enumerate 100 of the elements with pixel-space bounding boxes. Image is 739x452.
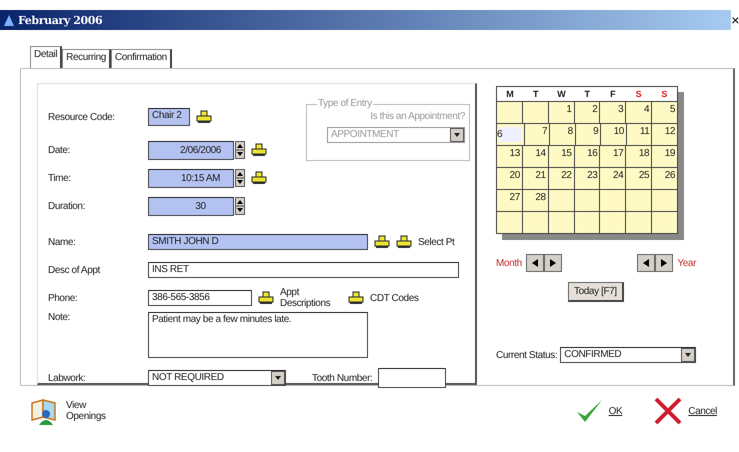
weekday-label: T: [532, 88, 540, 101]
stamp-icon[interactable]: [258, 291, 274, 305]
field-label: Duration:: [48, 200, 86, 212]
today-button[interactable]: Today [F7]: [568, 282, 624, 302]
calendar-day[interactable]: 23: [574, 167, 600, 189]
stamp-icon[interactable]: [196, 110, 212, 124]
calendar-day[interactable]: 1: [548, 101, 574, 123]
calendar-day[interactable]: 14: [522, 145, 548, 167]
calendar-cell[interactable]: [548, 211, 574, 233]
lookup-label: Select Pt: [418, 236, 454, 248]
field-label: Date:: [48, 144, 71, 156]
weekday-label: T: [583, 88, 591, 101]
check-icon: [574, 398, 603, 424]
calendar-day[interactable]: 19: [651, 145, 678, 167]
spinner-icon[interactable]: [235, 169, 245, 187]
calendar-day[interactable]: 6: [497, 123, 524, 145]
calendar-day[interactable]: 9: [574, 123, 600, 145]
dropdown[interactable]: NOT REQUIRED: [148, 370, 286, 386]
field-label: Labwork:: [48, 372, 86, 384]
right-arrow-icon[interactable]: [550, 259, 556, 267]
input-field[interactable]: Chair 2: [148, 108, 190, 126]
weekday-label: S: [660, 88, 668, 101]
input-field[interactable]: SMITH JOHN D: [148, 234, 368, 250]
ok-button[interactable]: OK: [572, 396, 624, 426]
calendar-cell[interactable]: [574, 189, 600, 211]
field-label: Time:: [48, 172, 72, 184]
stamp-icon[interactable]: [251, 143, 267, 157]
stamp-icon[interactable]: [251, 171, 267, 185]
tab[interactable]: Recurring: [62, 49, 111, 68]
weekday-label: S: [634, 88, 642, 101]
note-field[interactable]: Patient may be a few minutes late.: [148, 312, 368, 358]
calendar-day[interactable]: 27: [497, 189, 522, 211]
calendar-cell[interactable]: [548, 189, 574, 211]
calendar-cell[interactable]: [599, 211, 626, 233]
calendar-day[interactable]: 20: [497, 167, 522, 189]
calendar-cell[interactable]: [625, 211, 652, 233]
calendar-day[interactable]: 26: [651, 167, 678, 189]
field-label: Phone:: [48, 292, 78, 304]
calendar-cell[interactable]: [651, 189, 678, 211]
spinner-icon[interactable]: [235, 141, 245, 159]
tab[interactable]: Confirmation: [110, 49, 172, 68]
calendar-cell[interactable]: [574, 211, 600, 233]
calendar-day[interactable]: 7: [524, 123, 550, 145]
left-arrow-icon[interactable]: [643, 259, 650, 267]
tab[interactable]: Detail: [30, 46, 62, 68]
calendar-day[interactable]: 3: [599, 101, 626, 123]
field-label: Tooth Number:: [312, 372, 372, 384]
input-field[interactable]: 2/06/2006: [148, 140, 234, 160]
calendar-day[interactable]: 24: [599, 167, 626, 189]
input-field[interactable]: 30: [148, 196, 234, 216]
right-arrow-icon[interactable]: [661, 259, 668, 267]
calendar-cell[interactable]: [625, 189, 652, 211]
input-field[interactable]: INS RET: [148, 262, 459, 278]
year-label: Year: [677, 258, 696, 268]
view-openings-link[interactable]: View Openings: [66, 400, 116, 422]
field-label: Resource Code:: [48, 112, 116, 122]
calendar-day[interactable]: 16: [574, 145, 600, 167]
calendar-day[interactable]: 28: [522, 189, 548, 211]
input-field[interactable]: [378, 368, 446, 388]
weekday-label: M: [505, 88, 514, 101]
question-text: Is this an Appointment?: [370, 111, 465, 122]
calendar-day[interactable]: 10: [600, 123, 626, 145]
calendar-cell[interactable]: [651, 211, 678, 233]
calendar-day[interactable]: 22: [548, 167, 574, 189]
field-label: Note:: [48, 312, 71, 323]
calendar-day[interactable]: 17: [599, 145, 626, 167]
calendar-day[interactable]: 15: [548, 145, 574, 167]
lookup-label: CDT Codes: [370, 292, 418, 304]
stamp-icon[interactable]: [374, 235, 390, 249]
stamp-icon[interactable]: [348, 291, 364, 305]
field-label: Name:: [48, 236, 76, 248]
month-label: Month: [496, 258, 522, 268]
field-label: Desc of Appt: [48, 264, 102, 276]
input-field[interactable]: 10:15 AM: [148, 168, 234, 188]
calendar-day[interactable]: 18: [625, 145, 652, 167]
weekday-label: F: [609, 88, 616, 101]
close-button[interactable]: ×: [731, 10, 739, 30]
book-person-icon[interactable]: [30, 397, 58, 425]
group-legend: Type of Entry: [317, 98, 373, 109]
calendar-day[interactable]: 2: [574, 101, 600, 123]
stamp-icon[interactable]: [396, 235, 412, 249]
cancel-button[interactable]: Cancel: [652, 395, 719, 427]
calendar-cell[interactable]: [522, 211, 548, 233]
calendar-day[interactable]: 4: [625, 101, 652, 123]
triangle-icon: [4, 14, 14, 26]
calendar-day[interactable]: 12: [651, 123, 678, 145]
calendar-day[interactable]: 11: [626, 123, 652, 145]
calendar-day[interactable]: 5: [651, 101, 678, 123]
field-label: Current Status:: [496, 350, 558, 360]
calendar-day[interactable]: 21: [522, 167, 548, 189]
calendar-day[interactable]: 13: [497, 145, 522, 167]
calendar-cell[interactable]: [522, 101, 548, 123]
calendar-day[interactable]: 8: [549, 123, 575, 145]
calendar-cell[interactable]: [599, 189, 626, 211]
input-field[interactable]: 386-565-3856: [148, 290, 252, 306]
calendar-day[interactable]: 25: [625, 167, 652, 189]
left-arrow-icon[interactable]: [532, 259, 538, 267]
dropdown[interactable]: CONFIRMED: [560, 347, 696, 363]
weekday-label: W: [556, 88, 567, 101]
spinner-icon[interactable]: [235, 197, 245, 215]
